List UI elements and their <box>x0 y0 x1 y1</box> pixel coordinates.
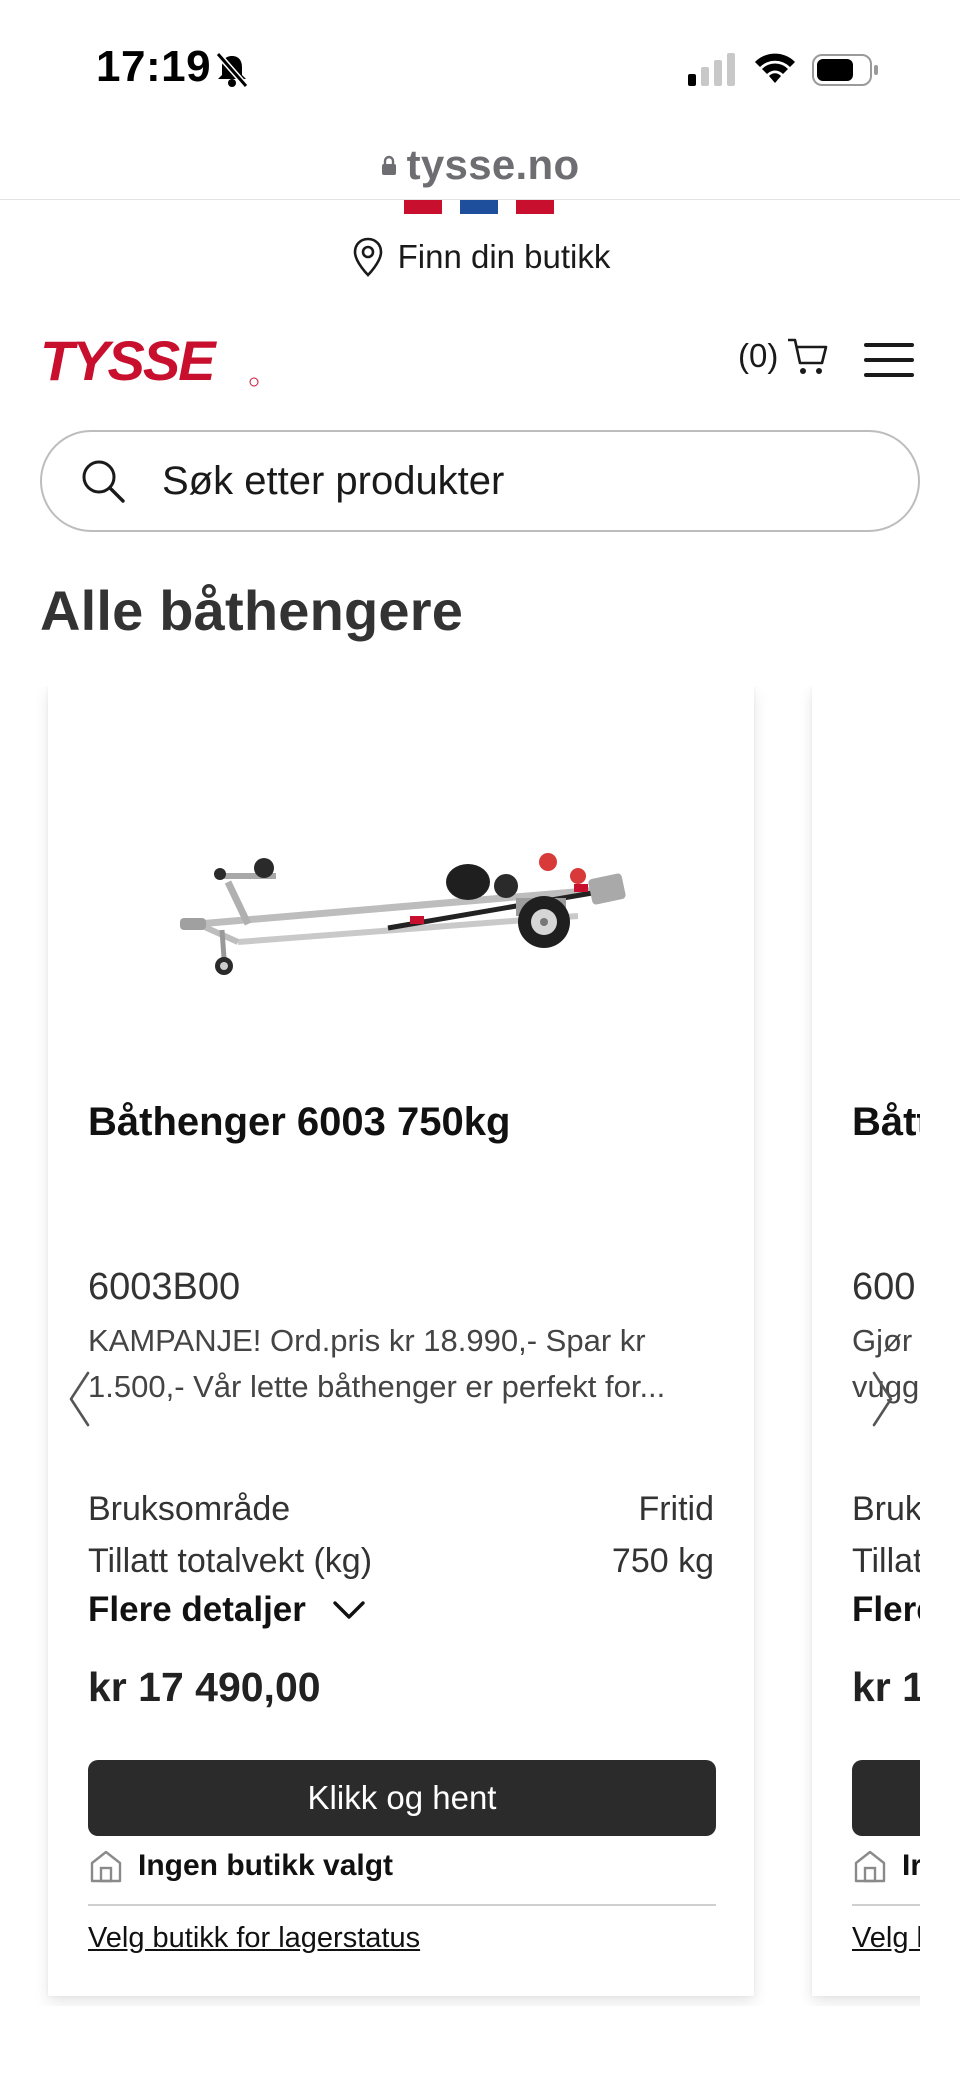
product-sku: 6003B00 <box>88 1266 241 1308</box>
more-details-toggle[interactable]: Flere <box>852 1590 920 1630</box>
product-description-line: KAMPANJE! Ord.pris kr 18.990,- Spar kr <box>88 1323 646 1358</box>
spec-row-weight: Tillatt totalvekt (kg) 750 kg <box>88 1542 714 1581</box>
cart-icon <box>788 338 828 374</box>
cart-count: (0) <box>738 337 779 374</box>
select-store-link[interactable]: Velg butikk for lagerstatus <box>88 1922 420 1955</box>
url-text: tysse.no <box>406 140 580 188</box>
browser-url-bar[interactable]: tysse.no <box>0 130 960 200</box>
page-title: Alle båthengere <box>40 579 464 642</box>
spec-label: Tillat <box>852 1542 920 1580</box>
product-description-line: 1.500,- Vår lette båthenger er perfekt f… <box>88 1369 666 1404</box>
spec-value: 750 kg <box>611 1542 714 1580</box>
wifi-icon <box>755 53 795 83</box>
product-title[interactable]: Bått <box>852 1100 920 1145</box>
spec-label: Tillatt totalvekt (kg) <box>88 1542 373 1580</box>
store-icon <box>854 1850 886 1883</box>
flag-red-icon <box>516 200 554 214</box>
product-description-line: Gjør <box>852 1323 913 1358</box>
product-sku: 600 <box>852 1266 916 1308</box>
store-status-label: Ir <box>902 1849 920 1882</box>
language-flags <box>404 200 554 214</box>
lock-icon <box>381 155 396 175</box>
carousel-next-arrow-icon[interactable] <box>870 1370 896 1428</box>
store-status: Ir <box>852 1848 920 1884</box>
location-pin-icon <box>353 237 382 277</box>
store-status: Ingen butikk valgt <box>88 1848 393 1884</box>
product-card[interactable]: Båthenger 6003 750kg 6003B00 KAMPANJE! O… <box>48 686 754 1996</box>
product-title[interactable]: Båthenger 6003 750kg <box>88 1100 510 1145</box>
carousel-prev-arrow-icon[interactable] <box>66 1370 92 1428</box>
product-card[interactable]: Bått 600 Gjør vugg Bruk Tillat Flere kr … <box>812 686 920 1996</box>
svg-text:TYSSE: TYSSE <box>40 334 217 390</box>
status-bar: 17:19 <box>0 0 960 130</box>
spec-value: Fritid <box>638 1490 714 1528</box>
spec-label: Bruk <box>852 1490 920 1528</box>
hamburger-menu-icon[interactable] <box>864 340 914 380</box>
product-carousel: Båthenger 6003 750kg 6003B00 KAMPANJE! O… <box>0 686 960 2006</box>
store-finder-link[interactable]: Finn din butikk <box>0 236 960 278</box>
store-status-label: Ingen butikk valgt <box>138 1849 394 1882</box>
spec-row-weight: Tillat <box>852 1542 920 1581</box>
product-price: kr 1 <box>852 1664 920 1710</box>
search-icon <box>82 460 125 503</box>
spec-row-usage: Bruksområde Fritid <box>88 1490 714 1529</box>
store-finder-label: Finn din butikk <box>397 238 611 275</box>
store-icon <box>90 1850 122 1883</box>
search-input[interactable] <box>162 458 882 504</box>
bell-off-icon <box>215 52 249 88</box>
spec-label: Bruksområde <box>88 1490 291 1528</box>
flag-blue-icon <box>460 200 498 214</box>
click-and-collect-button[interactable] <box>852 1760 920 1836</box>
boat-trailer-image[interactable] <box>178 846 638 1006</box>
divider <box>88 1904 716 1906</box>
cart-button[interactable]: (0) <box>738 334 830 378</box>
chevron-down-icon <box>333 1601 365 1619</box>
tysse-logo[interactable]: TYSSE <box>38 334 260 390</box>
status-time: 17:19 <box>96 42 212 91</box>
click-and-collect-button[interactable]: Klikk og hent <box>88 1760 716 1836</box>
spec-row-usage: Bruk <box>852 1490 920 1529</box>
battery-icon <box>812 54 878 86</box>
product-price: kr 17 490,00 <box>88 1664 321 1710</box>
flag-red-icon <box>404 200 442 214</box>
select-store-link[interactable]: Velg b <box>852 1922 920 1955</box>
cellular-signal-icon <box>688 53 735 86</box>
product-description: KAMPANJE! Ord.pris kr 18.990,- Spar kr 1… <box>88 1318 718 1410</box>
more-details-toggle[interactable]: Flere detaljer <box>88 1590 366 1630</box>
divider <box>852 1904 920 1906</box>
more-details-label: Flere detaljer <box>88 1590 306 1629</box>
more-details-label: Flere <box>852 1590 920 1629</box>
search-bar[interactable] <box>40 430 920 532</box>
